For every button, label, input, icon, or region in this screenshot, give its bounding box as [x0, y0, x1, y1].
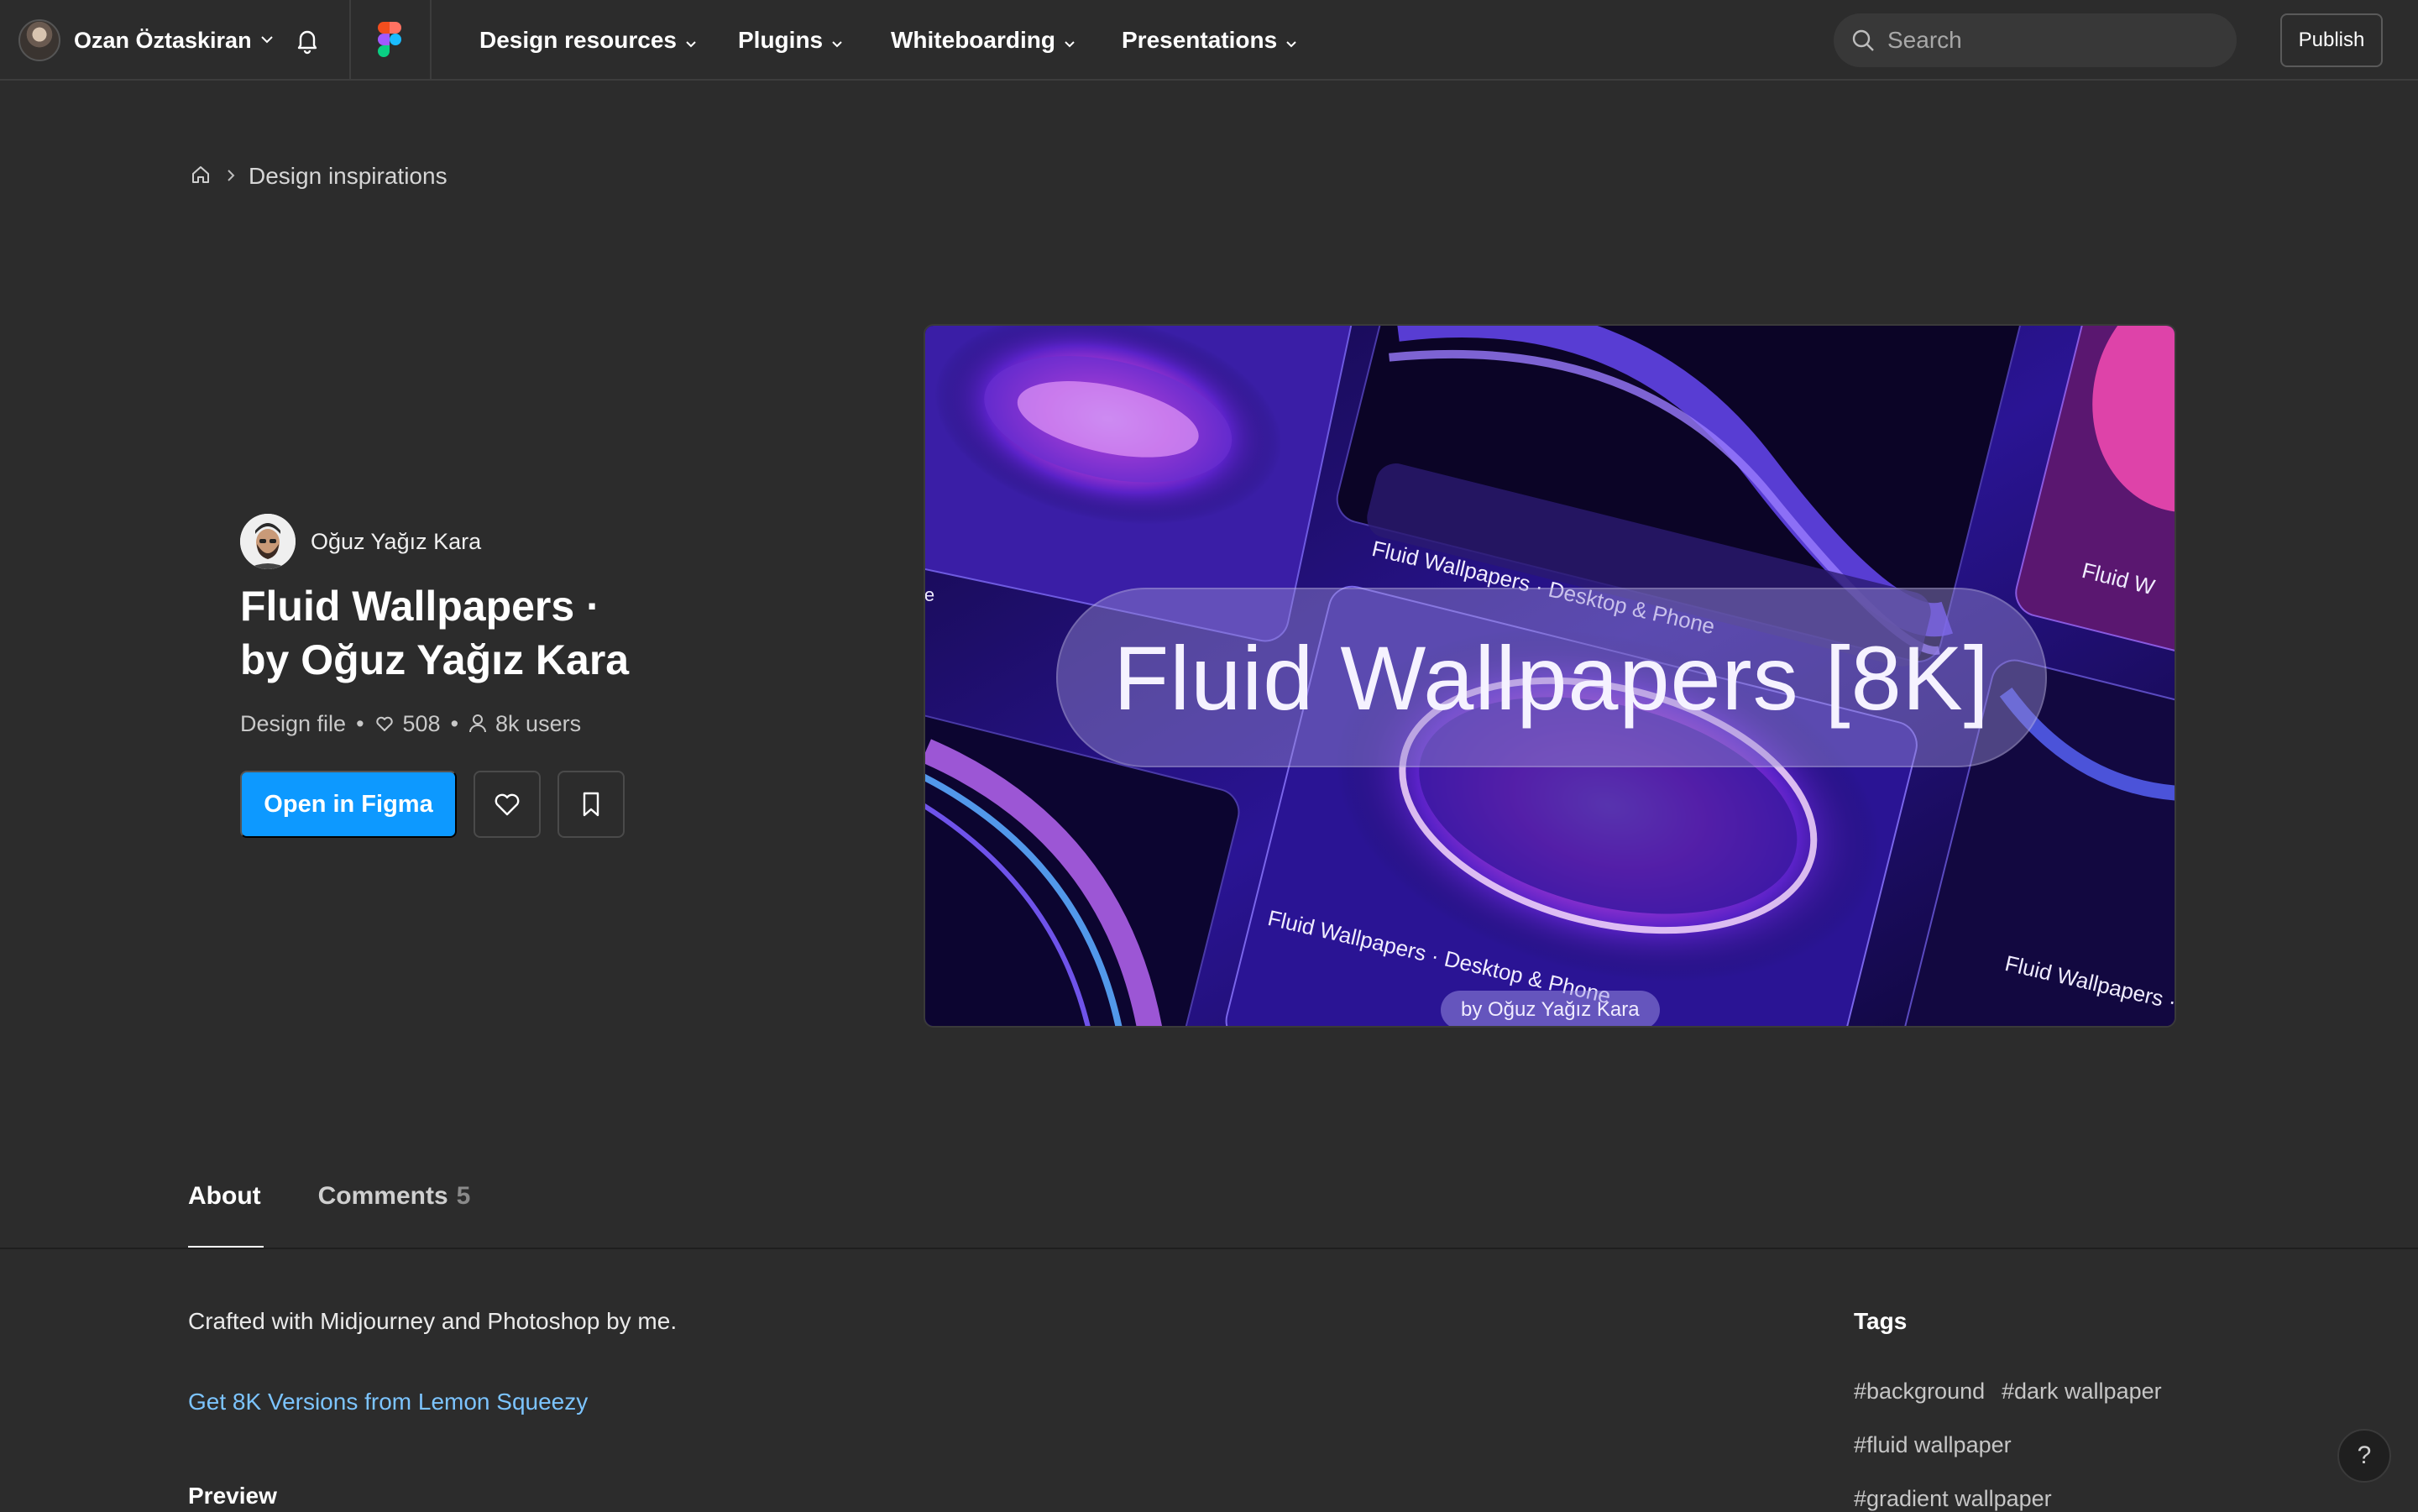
- breadcrumb-current[interactable]: Design inspirations: [249, 163, 447, 190]
- resource-type: Design file: [240, 710, 347, 736]
- tab-label: Comments: [317, 1182, 448, 1210]
- chevron-down-icon: [685, 27, 697, 54]
- chevron-down-icon: [1285, 27, 1297, 54]
- bell-icon[interactable]: [292, 25, 322, 55]
- search-icon: [1852, 29, 1874, 51]
- user-name: Ozan Öztaskiran: [74, 27, 252, 53]
- likes-count: 508: [402, 710, 441, 736]
- author-name: Oğuz Yağız Kara: [311, 528, 482, 554]
- hero-byline: by Oğuz Yağız Kara: [1441, 991, 1660, 1026]
- nav-label: Design resources: [479, 27, 677, 53]
- lemon-squeezy-link[interactable]: Get 8K Versions from Lemon Squeezy: [188, 1389, 588, 1415]
- search-placeholder: Search: [1887, 27, 1962, 53]
- nav-presentations[interactable]: Presentations: [1122, 0, 1297, 81]
- user-menu[interactable]: Ozan Öztaskiran: [18, 18, 274, 62]
- nav-plugins[interactable]: Plugins: [738, 0, 843, 81]
- resource-title: Fluid Wallpapers · by Oğuz Yağız Kara: [240, 579, 677, 687]
- user-icon: [469, 714, 487, 733]
- tabs: About Comments 5: [188, 1182, 470, 1249]
- description: Crafted with Midjourney and Photoshop by…: [188, 1308, 678, 1334]
- chevron-down-icon: [831, 27, 843, 54]
- heart-icon: [375, 716, 393, 731]
- tag[interactable]: #dark wallpaper: [2002, 1379, 2162, 1405]
- author[interactable]: Oğuz Yağız Kara: [240, 514, 481, 569]
- bookmark-icon: [583, 792, 599, 817]
- tag[interactable]: #gradient wallpaper: [1854, 1486, 2052, 1512]
- title-line: Fluid Wallpapers ·: [240, 583, 600, 630]
- breadcrumb: Design inspirations: [190, 161, 447, 191]
- cover-image[interactable]: Fluid Wallpapers · Desktop & Phone Fluid…: [924, 324, 2176, 1028]
- title-line: by Oğuz Yağız Kara: [240, 636, 630, 683]
- search-input[interactable]: Search: [1834, 13, 2237, 67]
- nav-label: Plugins: [738, 27, 824, 53]
- top-bar: Ozan Öztaskiran Design resources Plugins…: [0, 0, 2418, 81]
- divider: [430, 0, 432, 81]
- bookmark-button[interactable]: [557, 771, 625, 838]
- publish-button[interactable]: Publish: [2280, 13, 2383, 67]
- preview-heading: Preview: [188, 1483, 277, 1509]
- nav-design-resources[interactable]: Design resources: [479, 0, 697, 81]
- avatar: [18, 19, 60, 61]
- divider: [349, 0, 351, 81]
- home-icon[interactable]: [190, 164, 212, 190]
- chevron-down-icon: [260, 33, 274, 48]
- users-count: 8k users: [495, 710, 582, 736]
- heart-icon: [495, 793, 520, 816]
- tabs-divider: [0, 1248, 2418, 1249]
- nav-label: Whiteboarding: [891, 27, 1055, 53]
- chevron-right-icon: [227, 165, 235, 188]
- tab-about[interactable]: About: [188, 1182, 264, 1249]
- hero-headline: Fluid Wallpapers [8K]: [1056, 588, 2047, 767]
- author-avatar: [240, 514, 296, 569]
- tab-comments[interactable]: Comments 5: [318, 1182, 471, 1249]
- tag[interactable]: #fluid wallpaper: [1854, 1432, 2012, 1458]
- resource-meta: Design file • 508 • 8k users: [240, 709, 581, 739]
- separator-dot: •: [450, 710, 459, 736]
- nav-label: Presentations: [1122, 27, 1278, 53]
- chevron-down-icon: [1064, 27, 1076, 54]
- help-button[interactable]: ?: [2337, 1429, 2391, 1483]
- comments-count: 5: [456, 1182, 471, 1210]
- separator-dot: •: [356, 710, 364, 736]
- open-in-figma-button[interactable]: Open in Figma: [240, 771, 457, 838]
- tag[interactable]: #background: [1854, 1379, 1985, 1405]
- like-button[interactable]: [474, 771, 541, 838]
- nav-whiteboarding[interactable]: Whiteboarding: [891, 0, 1076, 81]
- card-caption: le: [924, 584, 935, 605]
- figma-logo[interactable]: [378, 22, 401, 57]
- tags-heading: Tags: [1854, 1308, 1908, 1334]
